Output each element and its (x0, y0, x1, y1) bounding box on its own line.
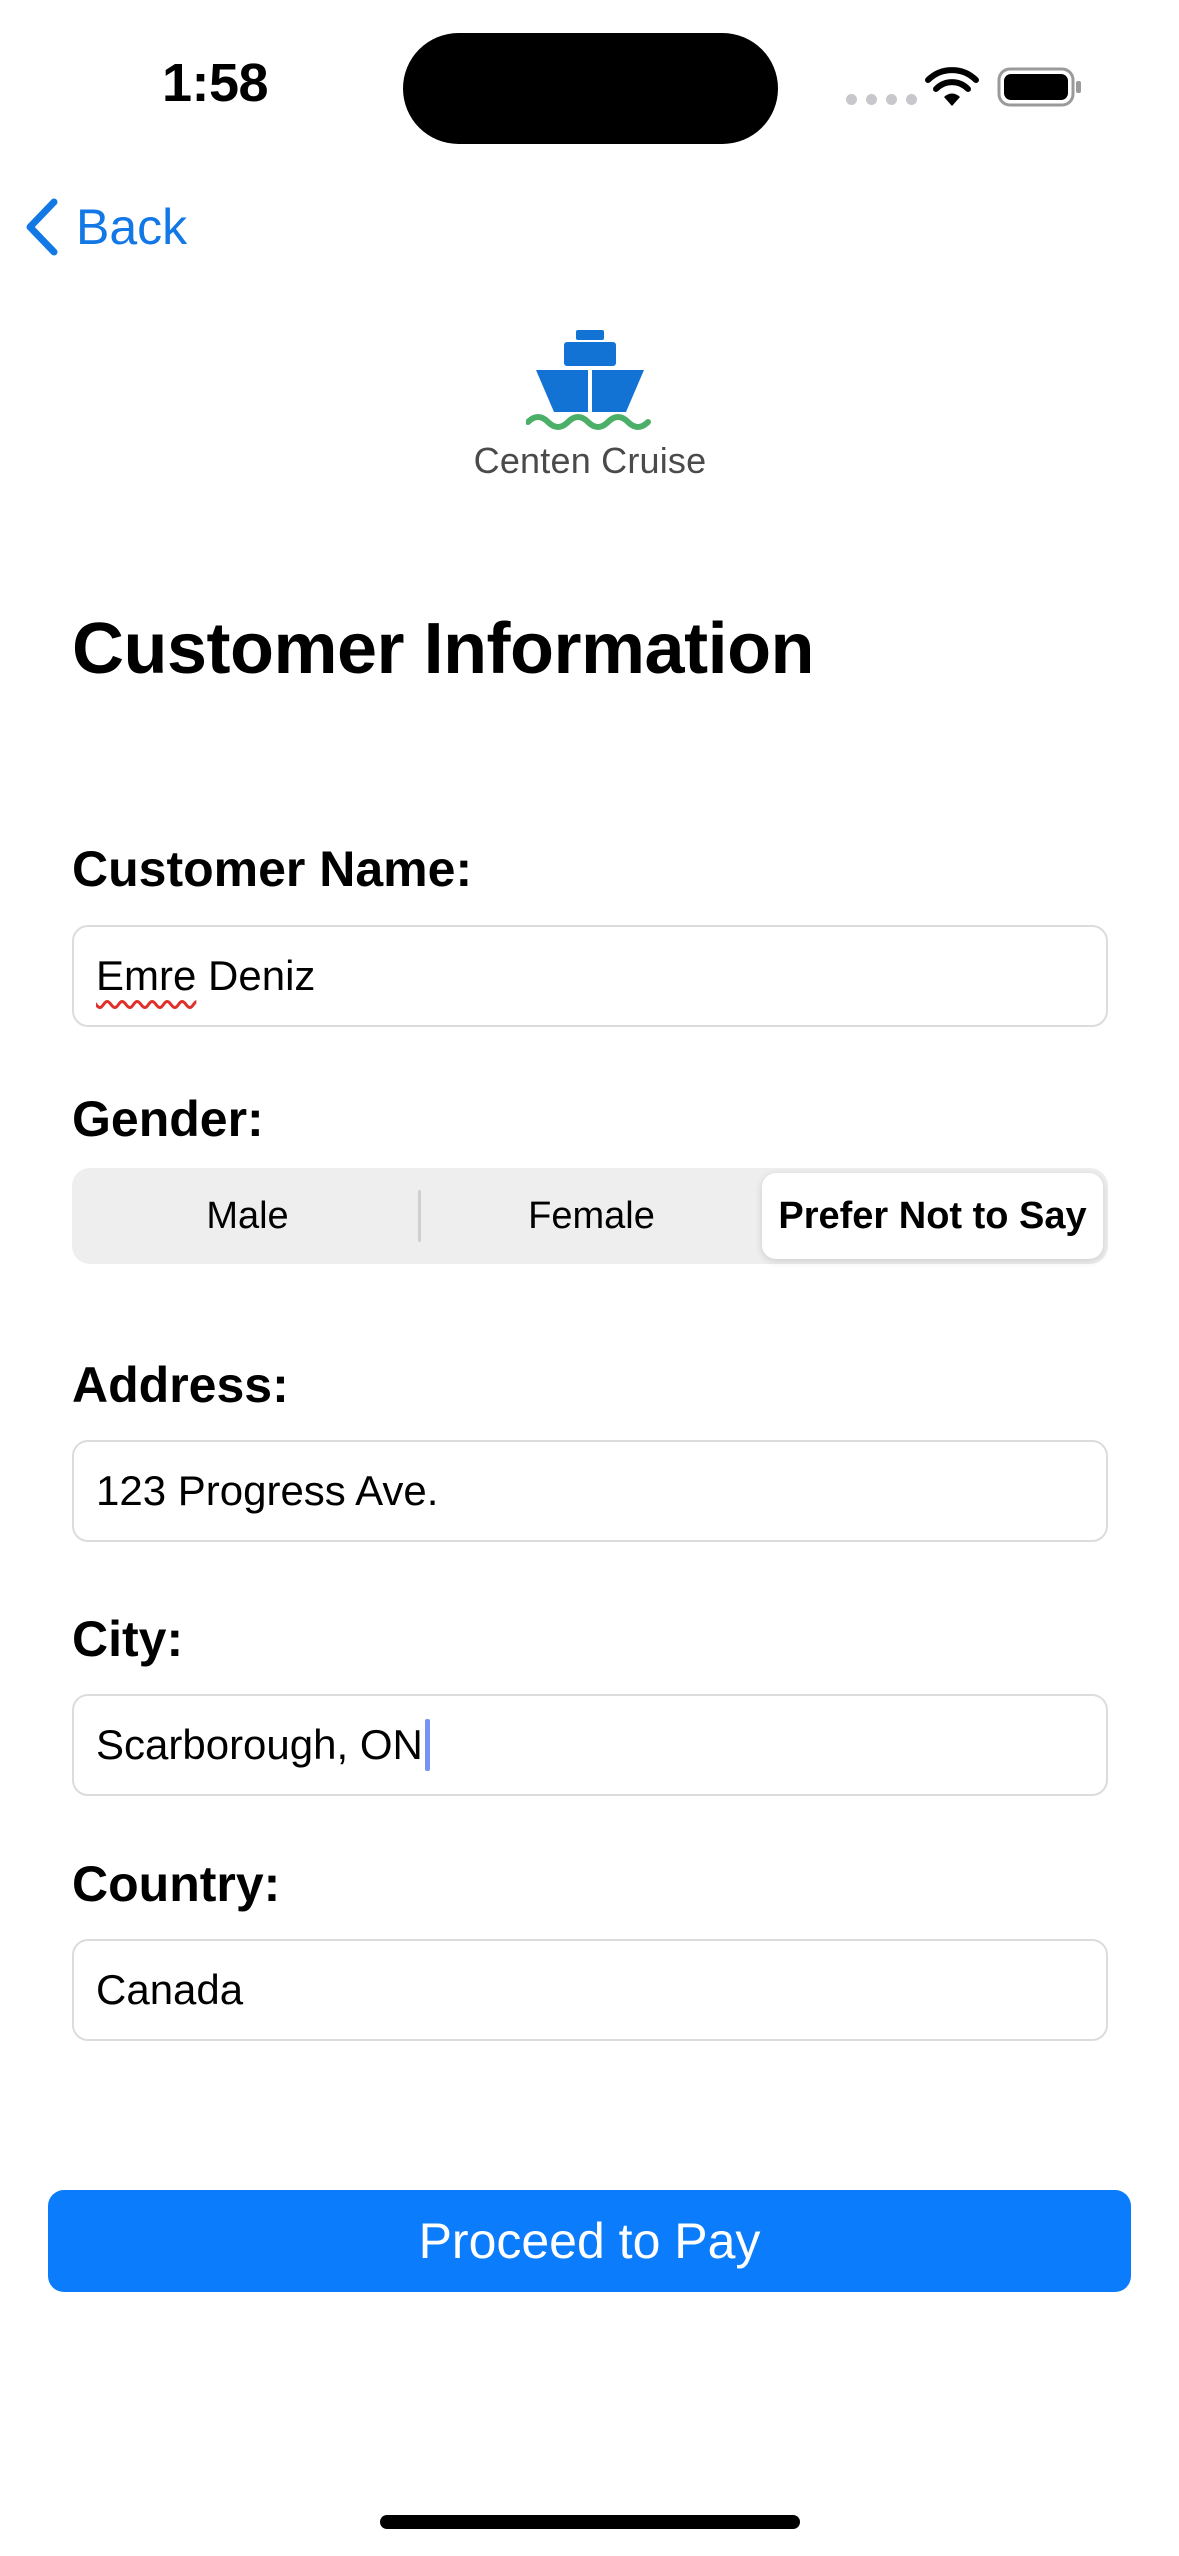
misspelled-word: Emre (96, 952, 197, 999)
dynamic-island (403, 33, 778, 144)
customer-name-label: Customer Name: (72, 841, 473, 897)
country-field[interactable]: Canada (72, 1939, 1108, 2041)
text-cursor (424, 1719, 430, 1771)
customer-information-screen: 1:58 Back Centen Cruise Customer Informa… (0, 0, 1179, 2556)
gender-option-prefer-not-to-say[interactable]: Prefer Not to Say (762, 1173, 1103, 1259)
logo-text: Centen Cruise (473, 440, 707, 481)
city-label: City: (72, 1611, 184, 1667)
centen-cruise-logo: Centen Cruise (470, 330, 710, 490)
gender-label: Gender: (72, 1091, 264, 1147)
address-label: Address: (72, 1357, 289, 1413)
back-button[interactable]: Back (22, 192, 187, 262)
city-field[interactable]: Scarborough, ON (72, 1694, 1108, 1796)
chevron-left-icon (26, 198, 58, 256)
ship-icon (526, 330, 651, 430)
customer-name-field[interactable]: Emre Deniz (72, 925, 1108, 1027)
gender-segmented-control: Male Female Prefer Not to Say (72, 1168, 1108, 1264)
cellular-signal-icon (846, 94, 917, 105)
wifi-icon (925, 67, 979, 106)
city-value: Scarborough, ON (96, 1721, 423, 1768)
battery-icon (997, 67, 1081, 107)
status-time: 1:58 (161, 53, 269, 113)
back-label: Back (76, 199, 188, 255)
gender-option-male[interactable]: Male (77, 1173, 418, 1259)
customer-name-rest: Deniz (196, 952, 316, 999)
country-value: Canada (96, 1966, 244, 2013)
country-label: Country: (72, 1856, 281, 1912)
address-field[interactable]: 123 Progress Ave. (72, 1440, 1108, 1542)
page-title: Customer Information (72, 609, 815, 689)
address-value: 123 Progress Ave. (96, 1467, 439, 1514)
home-indicator[interactable] (380, 2515, 800, 2529)
proceed-to-pay-button[interactable]: Proceed to Pay (48, 2190, 1131, 2292)
gender-option-female[interactable]: Female (421, 1173, 762, 1259)
